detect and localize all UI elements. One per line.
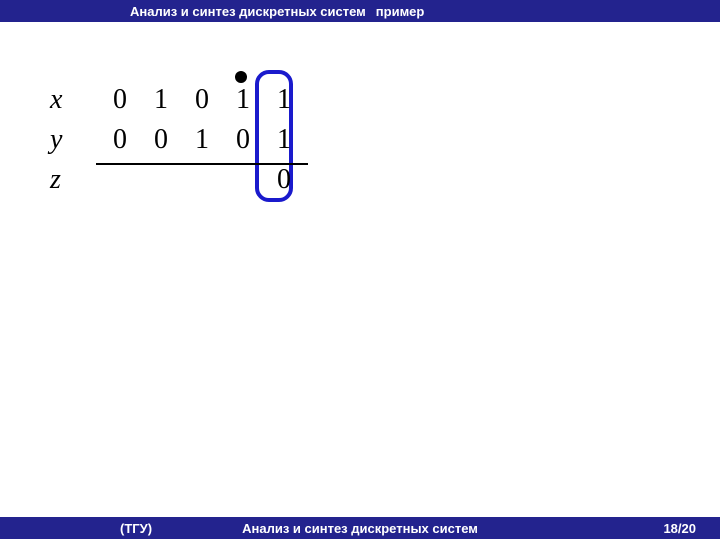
cell: 0: [267, 160, 301, 200]
row-label-z: z: [50, 160, 96, 200]
cell: 0: [185, 80, 219, 120]
table-row: z 0: [50, 160, 301, 200]
table-row: x 0 1 0 1 1: [50, 80, 301, 120]
title-bar: Анализ и синтез дискретных систем пример: [0, 0, 720, 22]
footer-org: (ТГУ): [120, 521, 152, 536]
footer-bar: (ТГУ) Анализ и синтез дискретных систем …: [0, 517, 720, 539]
cell: 1: [267, 80, 301, 120]
footer-page: 18/20: [663, 521, 696, 536]
footer-title: Анализ и синтез дискретных систем: [0, 521, 720, 536]
truth-table: x 0 1 0 1 1 y 0 0 1 0 1 z 0: [50, 80, 301, 200]
cell: 1: [226, 80, 260, 120]
table-divider: [96, 163, 308, 165]
row-label-x: x: [50, 80, 96, 120]
row-label-y: y: [50, 120, 96, 160]
header-topic: Анализ и синтез дискретных систем: [130, 4, 366, 19]
slide-body: x 0 1 0 1 1 y 0 0 1 0 1 z 0: [0, 22, 720, 517]
cell: 1: [185, 120, 219, 160]
header-tag: пример: [376, 4, 425, 19]
cell: 1: [267, 120, 301, 160]
cell: 0: [226, 120, 260, 160]
cell: 0: [103, 80, 137, 120]
table-row: y 0 0 1 0 1: [50, 120, 301, 160]
cell: 1: [144, 80, 178, 120]
cell: 0: [144, 120, 178, 160]
cell: 0: [103, 120, 137, 160]
